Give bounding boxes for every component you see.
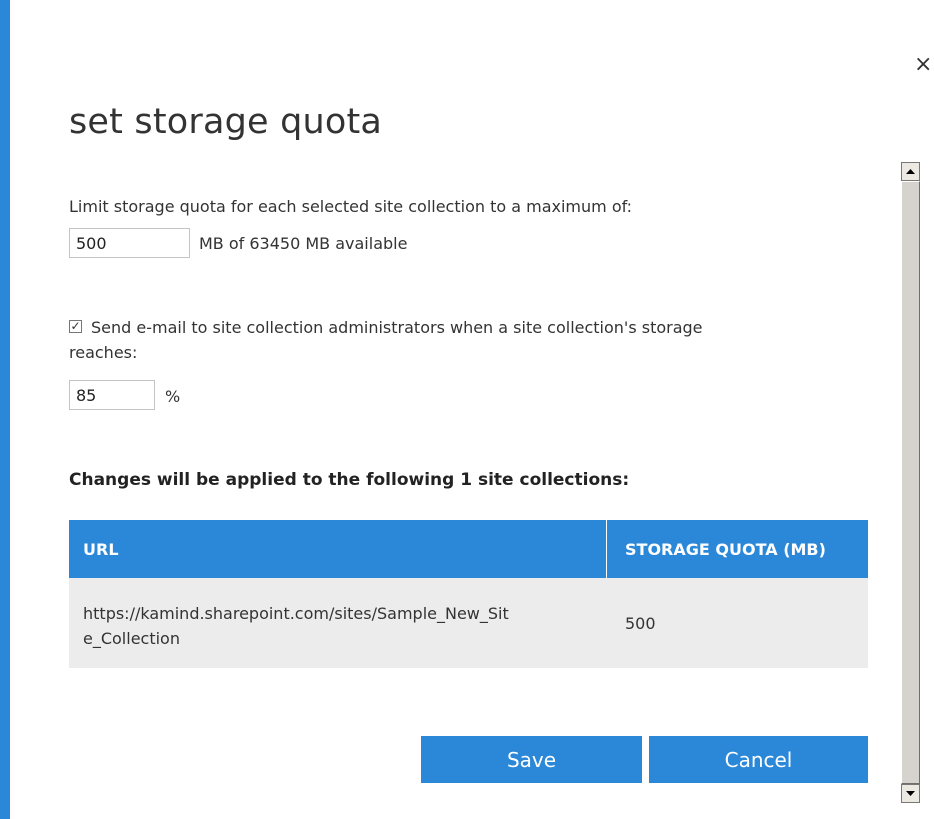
storage-quota-dialog: × set storage quota Limit storage quota … <box>0 0 934 819</box>
url-line-1: https://kamind.sharepoint.com/sites/Samp… <box>83 604 509 623</box>
page-title: set storage quota <box>69 102 383 142</box>
percent-symbol: % <box>165 387 181 406</box>
scroll-up-arrow-icon[interactable] <box>901 162 920 181</box>
cancel-button[interactable]: Cancel <box>649 736 868 783</box>
column-header-url: URL <box>69 520 607 578</box>
url-cell: https://kamind.sharepoint.com/sites/Samp… <box>69 578 607 668</box>
percent-input[interactable] <box>69 380 155 410</box>
site-collections-table: URL STORAGE QUOTA (MB) https://kamind.sh… <box>69 520 868 668</box>
url-line-2: e_Collection <box>83 629 180 648</box>
quota-cell: 500 <box>625 613 656 633</box>
email-alert-checkbox[interactable]: ✓ <box>69 320 82 333</box>
accent-bar <box>0 0 10 819</box>
table-row: https://kamind.sharepoint.com/sites/Samp… <box>69 578 868 668</box>
column-header-quota: STORAGE QUOTA (MB) <box>625 539 826 559</box>
email-alert-label-cont: reaches: <box>69 343 138 362</box>
quota-input[interactable] <box>69 228 190 258</box>
scroll-down-arrow-icon[interactable] <box>901 784 920 803</box>
scroll-thumb[interactable] <box>901 181 920 784</box>
save-button[interactable]: Save <box>421 736 642 783</box>
email-alert-label: Send e-mail to site collection administr… <box>91 318 703 337</box>
table-header: URL STORAGE QUOTA (MB) <box>69 520 868 578</box>
quota-description: Limit storage quota for each selected si… <box>69 197 633 216</box>
quota-available-text: MB of 63450 MB available <box>199 234 408 253</box>
vertical-scrollbar[interactable] <box>901 162 920 803</box>
changes-heading: Changes will be applied to the following… <box>69 470 630 490</box>
close-icon[interactable]: × <box>914 54 932 76</box>
check-icon: ✓ <box>70 319 81 333</box>
